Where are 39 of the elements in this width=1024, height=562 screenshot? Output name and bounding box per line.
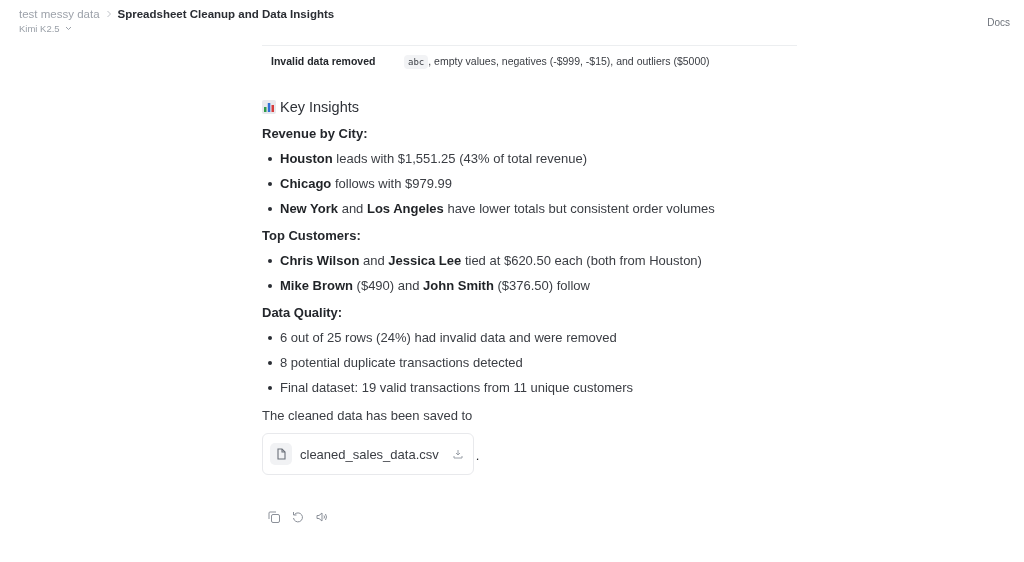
list-item-text: New York and Los Angeles have lower totals but consistent order volumes <box>280 200 715 217</box>
bullet-icon <box>268 283 272 288</box>
page-title: Spreadsheet Cleanup and Data Insights <box>117 8 335 20</box>
list-item-text: Houston leads with $1,551.25 (43% of total revenue) <box>280 150 588 167</box>
code-snippet: abc <box>404 55 429 69</box>
file-name: cleaned_sales_data.csv <box>300 446 439 462</box>
bullet-icon <box>268 181 272 186</box>
list-item-text: Chicago follows with $979.99 <box>280 175 452 192</box>
section-heading: Key Insights <box>280 99 359 115</box>
bullet-icon <box>268 360 272 365</box>
list-item-text: Chris Wilson and Jessica Lee tied at $620.50 each (both from Houston) <box>280 252 702 269</box>
bullet-icon <box>268 156 272 161</box>
list-item-text: 6 out of 25 rows (24%) had invalid data and were removed <box>280 329 617 346</box>
bullet-icon <box>268 335 272 340</box>
paragraph: The cleaned data has been saved to <box>262 408 474 423</box>
bar-chart-icon <box>262 100 276 114</box>
table-cell-text: Invalid data removed <box>271 55 377 67</box>
bullet-icon <box>268 385 272 390</box>
period-text: . <box>475 447 480 463</box>
subheading: Revenue by City: <box>262 126 369 141</box>
model-selector[interactable]: Kimi K2.5 <box>19 23 335 34</box>
file-card[interactable]: cleaned_sales_data.csv <box>262 433 474 475</box>
bullet-icon <box>268 258 272 263</box>
subheading: Data Quality: <box>262 305 344 320</box>
table-cell: abc , empty values, negatives (-$999, -$15), and outliers ($5000) <box>404 55 710 67</box>
subheading: Top Customers: <box>262 228 362 243</box>
list-item-text: Final dataset: 19 valid transactions from 11 unique customers <box>280 379 634 396</box>
copy-icon[interactable] <box>268 511 280 523</box>
docs-link[interactable]: Docs <box>987 17 1010 28</box>
list-item-text: Mike Brown ($490) and John Smith ($376.50) follow <box>280 277 590 294</box>
bullet-icon <box>268 206 272 211</box>
chevron-right-icon <box>105 10 112 18</box>
download-icon[interactable] <box>452 449 463 459</box>
breadcrumb-link[interactable]: test messy data <box>19 8 100 20</box>
list-item-text: 8 potential duplicate transactions detected <box>280 354 523 371</box>
file-icon <box>270 443 292 465</box>
speaker-icon[interactable] <box>316 511 328 523</box>
refresh-icon[interactable] <box>292 511 304 523</box>
chevron-down-icon <box>64 26 72 31</box>
